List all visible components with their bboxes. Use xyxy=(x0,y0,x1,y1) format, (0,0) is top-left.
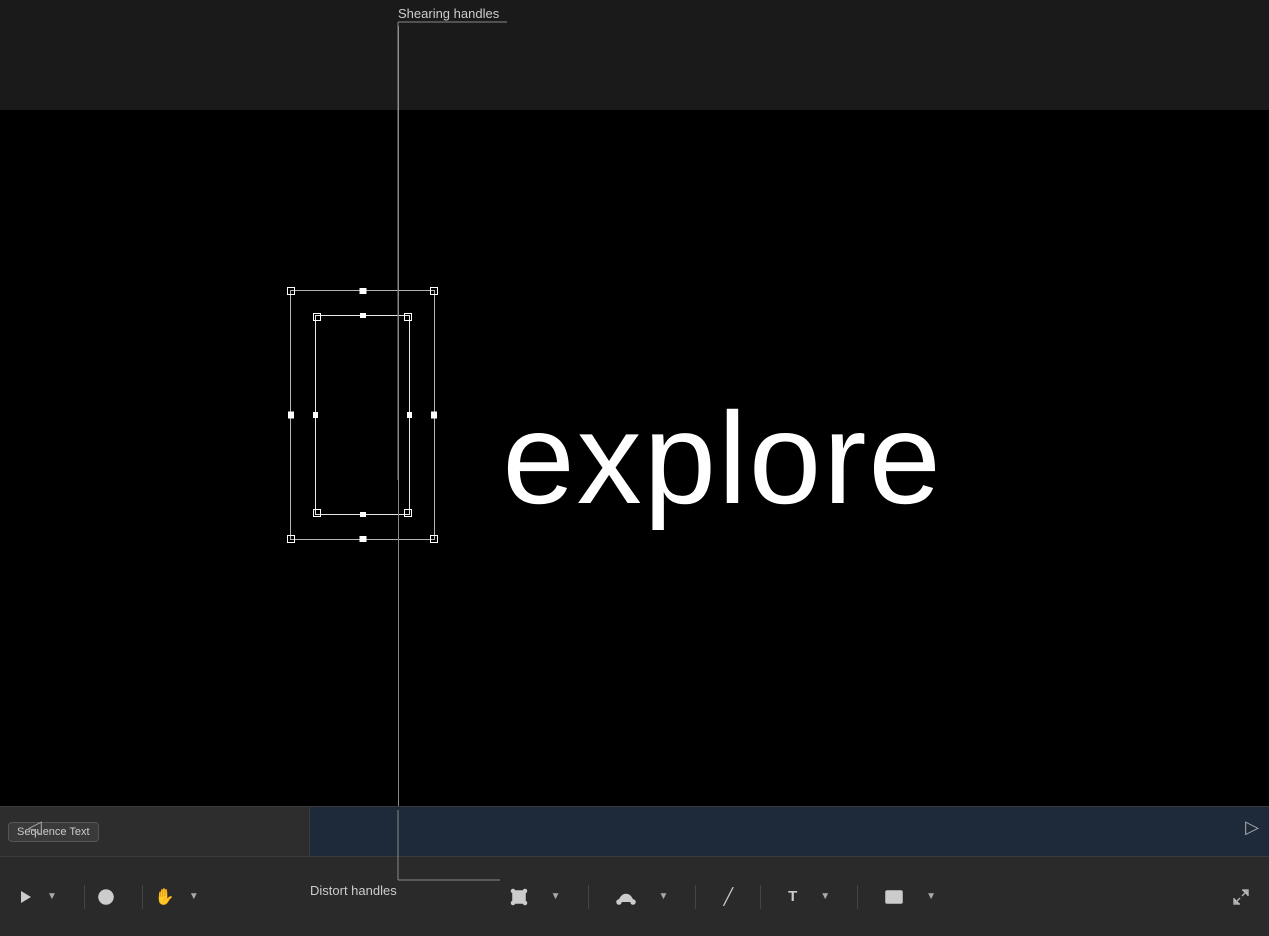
explore-text: explore xyxy=(502,383,942,533)
tool-separator-2 xyxy=(142,885,143,909)
inner-selection-rect xyxy=(315,315,410,515)
inner-shear-handle-left[interactable] xyxy=(313,412,318,418)
hand-button[interactable]: ✋ xyxy=(151,883,179,911)
timeline-left-panel: ◁ Sequence Text xyxy=(0,807,310,856)
hand-tools: ✋ ▼ xyxy=(151,883,203,911)
shape-button[interactable] xyxy=(881,886,907,908)
shearing-handles-label: Shearing handles xyxy=(398,6,499,21)
inner-handle-bottom-right[interactable] xyxy=(404,509,412,517)
shear-handle-right[interactable] xyxy=(431,412,437,419)
inner-shear-handle-bottom[interactable] xyxy=(360,512,366,517)
inner-handle-top-left[interactable] xyxy=(313,313,321,321)
right-tools xyxy=(1228,884,1254,910)
distort-handle-top-right[interactable] xyxy=(430,287,438,295)
selection-box[interactable] xyxy=(290,290,435,540)
timeline-right-panel: ▷ xyxy=(310,807,1269,856)
expand-button[interactable] xyxy=(1228,884,1254,910)
shearing-annotation-line xyxy=(398,26,399,110)
tool-separator-1 xyxy=(84,885,85,909)
annotation-area: Shearing handles xyxy=(0,0,1269,110)
timeline-right-marker-icon: ▷ xyxy=(1245,817,1259,838)
timeline-area: ◁ Sequence Text ▷ xyxy=(0,806,1269,856)
tool-separator-5 xyxy=(760,885,761,909)
transform-chevron-button[interactable]: ▼ xyxy=(547,887,565,906)
center-tools: ▼ ▼ ╱ T ▼ ▼ xyxy=(218,883,1228,911)
inner-shear-handle-top[interactable] xyxy=(360,313,366,318)
inner-shear-handle-right[interactable] xyxy=(407,412,412,418)
playback-tools: ▼ xyxy=(15,886,61,908)
hand-chevron-button[interactable]: ▼ xyxy=(185,887,203,906)
distort-handle-bottom-left[interactable] xyxy=(287,535,295,543)
sequence-text-badge[interactable]: Sequence Text xyxy=(8,822,99,842)
orbit-tools xyxy=(93,884,119,910)
shear-handle-left[interactable] xyxy=(288,412,294,419)
text-button[interactable]: T xyxy=(784,884,801,909)
distort-handle-bottom-right[interactable] xyxy=(430,535,438,543)
shear-handle-top[interactable] xyxy=(359,288,366,294)
distort-handle-top-left[interactable] xyxy=(287,287,295,295)
inner-handle-bottom-left[interactable] xyxy=(313,509,321,517)
play-button[interactable] xyxy=(15,886,37,908)
transform-button[interactable] xyxy=(506,884,532,910)
bezier-chevron-button[interactable]: ▼ xyxy=(655,887,673,906)
tool-separator-3 xyxy=(588,885,589,909)
play-chevron-button[interactable]: ▼ xyxy=(43,887,61,906)
tool-separator-4 xyxy=(695,885,696,909)
canvas-area: explore xyxy=(0,110,1269,806)
inner-handle-top-right[interactable] xyxy=(404,313,412,321)
orbit-button[interactable] xyxy=(93,884,119,910)
paint-button[interactable]: ╱ xyxy=(719,883,737,911)
tool-separator-6 xyxy=(857,885,858,909)
shape-chevron-button[interactable]: ▼ xyxy=(922,887,940,906)
timeline-left-marker-icon: ◁ xyxy=(28,817,42,838)
shear-handle-bottom[interactable] xyxy=(359,536,366,542)
bezier-button[interactable] xyxy=(612,884,640,910)
bottom-toolbar: ▼ ✋ ▼ ▼ xyxy=(0,856,1269,936)
text-chevron-button[interactable]: ▼ xyxy=(816,887,834,906)
